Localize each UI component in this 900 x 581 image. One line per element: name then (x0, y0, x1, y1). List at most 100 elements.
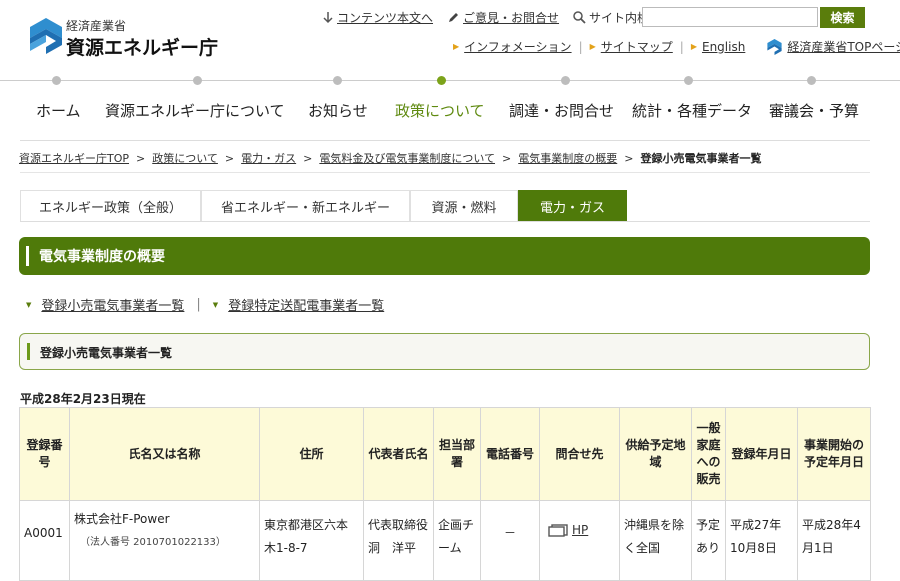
anchor-transmission-list[interactable]: 登録特定送配電事業者一覧 (228, 295, 384, 314)
col-name: 氏名又は名称 (69, 407, 260, 501)
divider: | (578, 39, 583, 54)
tab-resources-fuel[interactable]: 資源・燃料 (410, 190, 518, 222)
logo-subtitle: 経済産業省 (66, 19, 127, 33)
nav-statistics[interactable]: 統計・各種データ (632, 100, 752, 121)
divider: | (679, 39, 684, 54)
nav-dot (333, 76, 342, 85)
logo-mark[interactable] (30, 18, 62, 58)
pencil-icon (449, 13, 459, 22)
col-household-sales: 一般家庭への販売 (691, 407, 726, 501)
section-title: 電気事業制度の概要 (39, 249, 165, 265)
search-button[interactable]: 検索 (820, 7, 865, 28)
cell-reg-date: 平成27年10月8日 (725, 500, 798, 581)
cell-contact: HP (539, 500, 620, 581)
cell-name: 株式会社F-Power （法人番号 2010701022133） (69, 500, 260, 581)
information-link[interactable]: インフォメーション (464, 38, 571, 55)
meti-top-link[interactable]: 経済産業省TOPページ (787, 38, 900, 55)
operators-table: 登録番号 氏名又は名称 住所 代表者氏名 担当部署 電話番号 問合せ先 供給予定… (19, 407, 871, 581)
nav-bottom-rule (20, 140, 870, 141)
subheading-accent-bar (27, 343, 30, 360)
homepage-link-text[interactable]: HP (572, 519, 588, 542)
breadcrumb: 資源エネルギー庁TOP > 政策について > 電力・ガス > 電気料金及び電気事… (19, 150, 761, 166)
meti-logo-icon (767, 38, 782, 55)
cell-start-date: 平成28年4月1日 (797, 500, 871, 581)
subheading-title: 登録小売電気事業者一覧 (40, 346, 173, 360)
col-phone: 電話番号 (480, 407, 540, 501)
nav-council-budget[interactable]: 審議会・予算 (769, 100, 859, 121)
agency-logo-icon (30, 18, 62, 54)
as-of-date: 平成28年2月23日現在 (20, 392, 146, 406)
nav-home[interactable]: ホーム (36, 100, 81, 121)
cell-representative: 代表取締役 洞 洋平 (363, 500, 440, 581)
breadcrumb-separator: > (624, 151, 634, 165)
table-row: A0001 株式会社F-Power （法人番号 2010701022133） 東… (19, 500, 871, 581)
banner-accent-bar (26, 246, 29, 266)
triangle-down-icon: ▼ (26, 300, 32, 309)
anchor-retail-list[interactable]: 登録小売電気事業者一覧 (41, 295, 184, 314)
corporate-number: （法人番号 2010701022133） (80, 537, 226, 548)
nav-dot (193, 76, 202, 85)
feedback-link[interactable]: ご意見・お問合せ (447, 9, 559, 26)
col-reg-date: 登録年月日 (725, 407, 798, 501)
nav-dot (52, 76, 61, 85)
tab-energy-saving[interactable]: 省エネルギー・新エネルギー (201, 190, 410, 222)
nav-rule (0, 80, 900, 81)
nav-news[interactable]: お知らせ (308, 100, 368, 121)
col-start-date: 事業開始の予定年月日 (797, 407, 871, 501)
cell-household-sales: 予定あり (691, 500, 726, 581)
cell-department: 企画チーム (433, 500, 481, 581)
cell-supply-area: 沖縄県を除く全国 (619, 500, 692, 581)
divider: | (196, 297, 201, 312)
breadcrumb-top[interactable]: 資源エネルギー庁TOP (19, 150, 129, 166)
homepage-link[interactable]: HP (548, 519, 588, 542)
col-department: 担当部署 (433, 407, 481, 501)
breadcrumb-system-overview[interactable]: 電気事業制度の概要 (518, 150, 617, 166)
external-window-icon (548, 524, 568, 537)
cell-address: 東京都港区六本木1-8-7 (259, 500, 364, 581)
col-reg-no: 登録番号 (19, 407, 70, 501)
cell-reg-no: A0001 (19, 500, 70, 581)
nav-dot (561, 76, 570, 85)
breadcrumb-policy[interactable]: 政策について (152, 150, 218, 166)
anchor-links: ▼ 登録小売電気事業者一覧 | ▼ 登録特定送配電事業者一覧 (26, 295, 384, 314)
tab-energy-policy[interactable]: エネルギー政策（全般） (20, 190, 201, 222)
col-supply-area: 供給予定地域 (619, 407, 692, 501)
secondary-links: ▶ インフォメーション | ▶ サイトマップ | ▶ English 経済産業省… (453, 38, 900, 55)
table-header-row: 登録番号 氏名又は名称 住所 代表者氏名 担当部署 電話番号 問合せ先 供給予定… (19, 407, 871, 501)
feedback-text[interactable]: ご意見・お問合せ (463, 9, 559, 26)
breadcrumb-separator: > (136, 151, 146, 165)
breadcrumb-current: 登録小売電気事業者一覧 (640, 152, 762, 165)
nav-dot-active (437, 76, 446, 85)
triangle-right-icon: ▶ (453, 42, 460, 51)
cell-phone: － (480, 500, 540, 581)
company-name: 株式会社F-Power (74, 512, 170, 526)
breadcrumb-separator: > (502, 151, 512, 165)
triangle-right-icon: ▶ (589, 42, 596, 51)
english-link[interactable]: English (702, 40, 745, 54)
utility-links: コンテンツ本文へ ご意見・お問合せ サイト内検索 (322, 9, 671, 26)
breadcrumb-separator: > (303, 151, 313, 165)
tab-power-gas[interactable]: 電力・ガス (518, 190, 627, 222)
nav-procurement[interactable]: 調達・お問合せ (509, 100, 614, 121)
search-input[interactable] (642, 7, 818, 27)
tab-rule (20, 221, 870, 222)
breadcrumb-power-gas[interactable]: 電力・ガス (241, 150, 296, 166)
nav-policy[interactable]: 政策について (395, 100, 485, 121)
breadcrumb-rule (20, 172, 870, 173)
nav-about-agency[interactable]: 資源エネルギー庁について (105, 100, 285, 121)
nav-dot (684, 76, 693, 85)
download-arrow-icon (323, 11, 333, 23)
col-contact: 問合せ先 (539, 407, 620, 501)
triangle-down-icon: ▼ (212, 300, 219, 309)
search-icon (573, 11, 586, 24)
triangle-right-icon: ▶ (690, 42, 697, 51)
skip-to-content-text[interactable]: コンテンツ本文へ (337, 9, 433, 26)
category-tabs: エネルギー政策（全般） 省エネルギー・新エネルギー 資源・燃料 電力・ガス (20, 190, 627, 222)
sitemap-link[interactable]: サイトマップ (601, 38, 673, 55)
skip-to-content-link[interactable]: コンテンツ本文へ (322, 9, 433, 26)
nav-dot (807, 76, 816, 85)
breadcrumb-separator: > (224, 151, 235, 165)
breadcrumb-rates-system[interactable]: 電気料金及び電気事業制度について (319, 150, 495, 166)
col-representative: 代表者氏名 (363, 407, 434, 501)
logo-title[interactable]: 資源エネルギー庁 (66, 33, 218, 60)
